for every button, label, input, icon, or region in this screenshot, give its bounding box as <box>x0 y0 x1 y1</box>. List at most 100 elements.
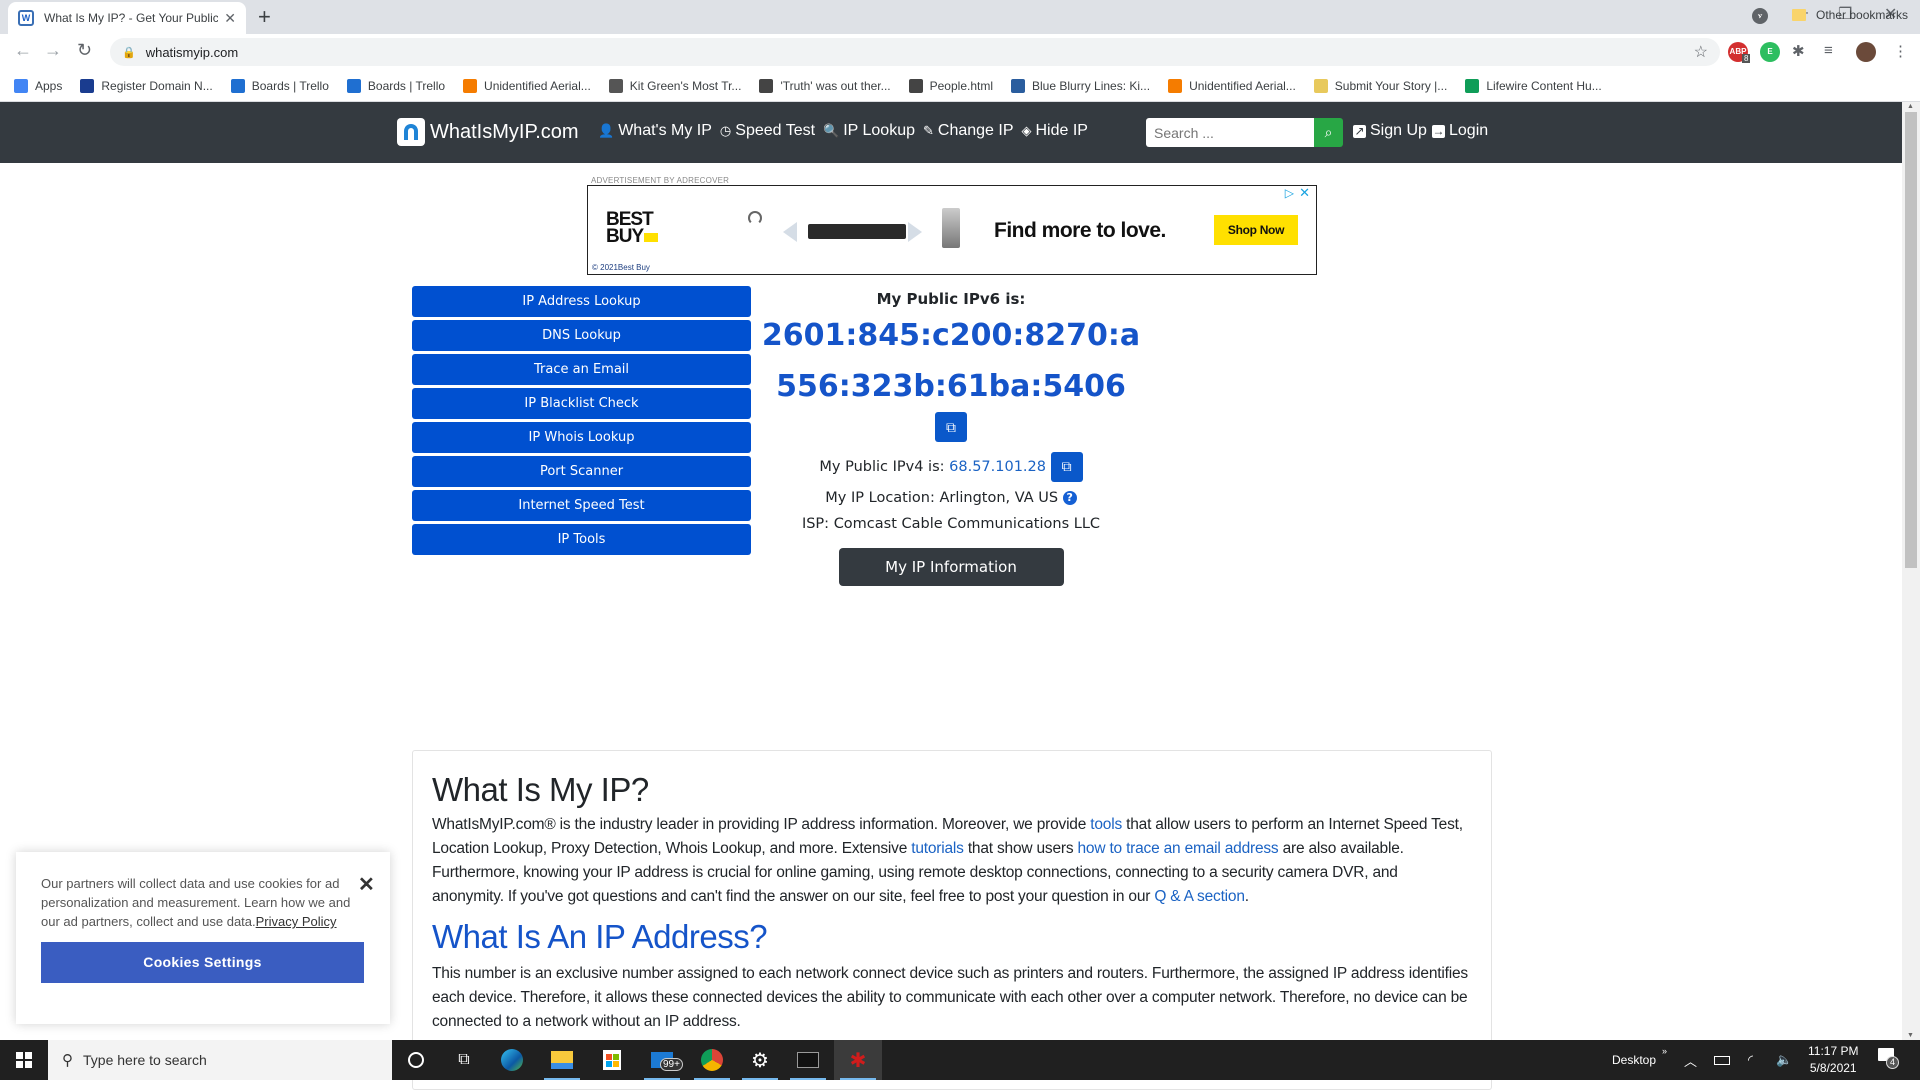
other-bookmarks-folder[interactable]: Other bookmarks <box>1792 8 1908 22</box>
settings-taskbar-button[interactable]: ⚙ <box>736 1040 784 1080</box>
desktop-toolbar[interactable]: Desktop » <box>1612 1040 1667 1080</box>
nav-link-hide-ip[interactable]: ◈ Hide IP <box>1022 122 1088 140</box>
edge-taskbar-button[interactable] <box>488 1040 536 1080</box>
site-search-input[interactable] <box>1146 118 1314 147</box>
file-explorer-taskbar-button[interactable] <box>538 1040 586 1080</box>
bookmark-item[interactable]: Boards | Trello <box>346 78 445 93</box>
bookmark-item[interactable]: Lifewire Content Hu... <box>1465 78 1602 93</box>
bookmark-item[interactable]: Blue Blurry Lines: Ki... <box>1011 78 1150 93</box>
tutorials-link[interactable]: tutorials <box>911 840 964 857</box>
sign-up-link[interactable]: ↗ Sign Up <box>1353 122 1427 140</box>
wifi-icon[interactable]: ◜ <box>1748 1040 1753 1080</box>
nav-link-what-s-my-ip[interactable]: 👤 What's My IP <box>598 122 712 140</box>
action-center-button[interactable]: 4 <box>1878 1048 1899 1069</box>
scroll-up-arrow[interactable]: ▲ <box>1907 103 1914 110</box>
back-button[interactable]: ← <box>14 40 32 61</box>
ad-close-icon[interactable]: ✕ <box>1299 185 1310 201</box>
scroll-down-arrow[interactable]: ▼ <box>1907 1032 1914 1039</box>
desktop-expand-icon: » <box>1662 1046 1668 1056</box>
bookmark-item[interactable]: Unidentified Aerial... <box>1168 78 1296 93</box>
battery-icon[interactable] <box>1714 1040 1730 1080</box>
ipv4-row: My Public IPv4 is: 68.57.101.28 ⧉ <box>751 452 1151 482</box>
tool-button-trace-an-email[interactable]: Trace an Email <box>412 354 751 385</box>
tool-button-dns-lookup[interactable]: DNS Lookup <box>412 320 751 351</box>
site-logo[interactable]: WhatIsMyIP.com <box>397 118 579 146</box>
tool-button-ip-whois-lookup[interactable]: IP Whois Lookup <box>412 422 751 453</box>
nav-link-change-ip[interactable]: ✎ Change IP <box>923 122 1014 140</box>
bookmark-item[interactable]: People.html <box>908 78 993 93</box>
new-tab-button[interactable]: + <box>258 4 271 30</box>
url-text[interactable]: whatismyip.com <box>146 45 238 60</box>
bookmark-item[interactable]: 'Truth' was out ther... <box>759 78 891 93</box>
evernote-extension-icon[interactable]: E <box>1760 42 1780 62</box>
nav-link-speed-test[interactable]: ◷ Speed Test <box>720 122 815 140</box>
ipv4-address-link[interactable]: 68.57.101.28 <box>949 459 1046 475</box>
carousel-next-arrow[interactable] <box>908 222 922 242</box>
advertisement-banner[interactable]: BEST BUY Find more to love. Shop Now © 2… <box>587 185 1317 275</box>
store-taskbar-button[interactable] <box>588 1040 636 1080</box>
qa-section-link[interactable]: Q & A section <box>1154 888 1245 905</box>
bookmark-item[interactable]: Submit Your Story |... <box>1313 78 1447 93</box>
volume-icon[interactable]: 🔈 <box>1776 1040 1792 1080</box>
windows-taskbar: ⚲ Type here to search ⧉ 99+ ⚙ ✱ Desktop »… <box>0 1040 1920 1080</box>
forward-button[interactable]: → <box>44 40 62 61</box>
site-navbar: WhatIsMyIP.com 👤 What's My IP ◷ Speed Test 🔍… <box>0 102 1902 163</box>
tool-button-port-scanner[interactable]: Port Scanner <box>412 456 751 487</box>
tool-button-ip-address-lookup[interactable]: IP Address Lookup <box>412 286 751 317</box>
my-ip-information-button[interactable]: My IP Information <box>838 548 1064 586</box>
copy-ipv6-button[interactable]: ⧉ <box>935 412 967 442</box>
copy-ipv4-button[interactable]: ⧉ <box>1050 452 1083 482</box>
nav-link-ip-lookup[interactable]: 🔍 IP Lookup <box>823 122 915 140</box>
bookmark-item[interactable]: Register Domain N... <box>80 78 213 93</box>
carousel-prev-arrow[interactable] <box>783 222 797 242</box>
scrollbar-thumb[interactable] <box>1905 112 1917 568</box>
cortana-circle-icon <box>408 1052 424 1068</box>
sign-up-label: Sign Up <box>1370 122 1427 139</box>
site-search-button[interactable]: ⌕ <box>1314 118 1343 147</box>
tab-close-icon[interactable]: ✕ <box>224 10 236 27</box>
tool-button-ip-tools[interactable]: IP Tools <box>412 524 751 555</box>
terminal-taskbar-button[interactable] <box>784 1040 832 1080</box>
page-scrollbar[interactable]: ▲ ▼ <box>1902 102 1920 1040</box>
tools-link[interactable]: tools <box>1090 816 1122 833</box>
shop-now-button[interactable]: Shop Now <box>1214 215 1298 245</box>
media-control-icon[interactable]: ≡ <box>1824 42 1833 59</box>
apps-shortcut[interactable]: Apps <box>14 78 62 93</box>
cortana-button[interactable] <box>392 1040 440 1080</box>
adchoices-icon[interactable]: ▷ <box>1285 186 1294 200</box>
reload-button[interactable]: ↻ <box>77 40 92 61</box>
nav-link-label: Change IP <box>937 122 1014 139</box>
browser-tab-active[interactable]: W What Is My IP? - Get Your Public ✕ <box>8 2 246 34</box>
tool-button-internet-speed-test[interactable]: Internet Speed Test <box>412 490 751 521</box>
isp-row: ISP: Comcast Cable Communications LLC <box>751 516 1151 532</box>
taskbar-clock[interactable]: 11:17 PM 5/8/2021 <box>1808 1043 1858 1077</box>
bookmark-star-icon[interactable]: ☆ <box>1694 42 1708 62</box>
privacy-policy-link[interactable]: Privacy Policy <box>256 914 337 929</box>
snagit-taskbar-button[interactable]: ✱ <box>834 1040 882 1080</box>
bookmark-item[interactable]: Kit Green's Most Tr... <box>608 78 741 93</box>
bookmark-item[interactable]: Unidentified Aerial... <box>463 78 591 93</box>
start-button[interactable] <box>0 1040 48 1080</box>
extensions-puzzle-icon[interactable]: ✱ <box>1792 42 1805 60</box>
login-label: Login <box>1449 122 1489 139</box>
trace-email-link[interactable]: how to trace an email address <box>1078 840 1279 857</box>
profile-avatar[interactable] <box>1856 42 1876 62</box>
tool-button-ip-blacklist-check[interactable]: IP Blacklist Check <box>412 388 751 419</box>
address-bar[interactable]: 🔒 whatismyip.com ☆ <box>110 38 1720 66</box>
bookmark-label: Unidentified Aerial... <box>1189 78 1296 93</box>
bookmark-item[interactable]: Boards | Trello <box>230 78 329 93</box>
bookmarks-overflow-button[interactable]: » <box>1756 9 1763 23</box>
cookie-close-icon[interactable]: ✕ <box>358 872 375 897</box>
cookies-settings-button[interactable]: Cookies Settings <box>41 942 364 983</box>
chrome-taskbar-button[interactable] <box>688 1040 736 1080</box>
browser-toolbar: ← → ↻ 🔒 whatismyip.com ☆ <box>0 34 1920 70</box>
show-hidden-icons-button[interactable]: ︿ <box>1684 1040 1697 1080</box>
store-icon <box>603 1050 621 1070</box>
question-circle-icon[interactable]: ? <box>1062 491 1077 505</box>
task-view-button[interactable]: ⧉ <box>440 1040 488 1080</box>
chrome-menu-icon[interactable]: ⋮ <box>1893 42 1908 60</box>
login-link[interactable]: → Login <box>1432 122 1488 140</box>
mail-taskbar-button[interactable]: 99+ <box>638 1040 686 1080</box>
taskbar-search-box[interactable]: ⚲ Type here to search <box>48 1040 392 1080</box>
edge-icon <box>501 1049 523 1071</box>
